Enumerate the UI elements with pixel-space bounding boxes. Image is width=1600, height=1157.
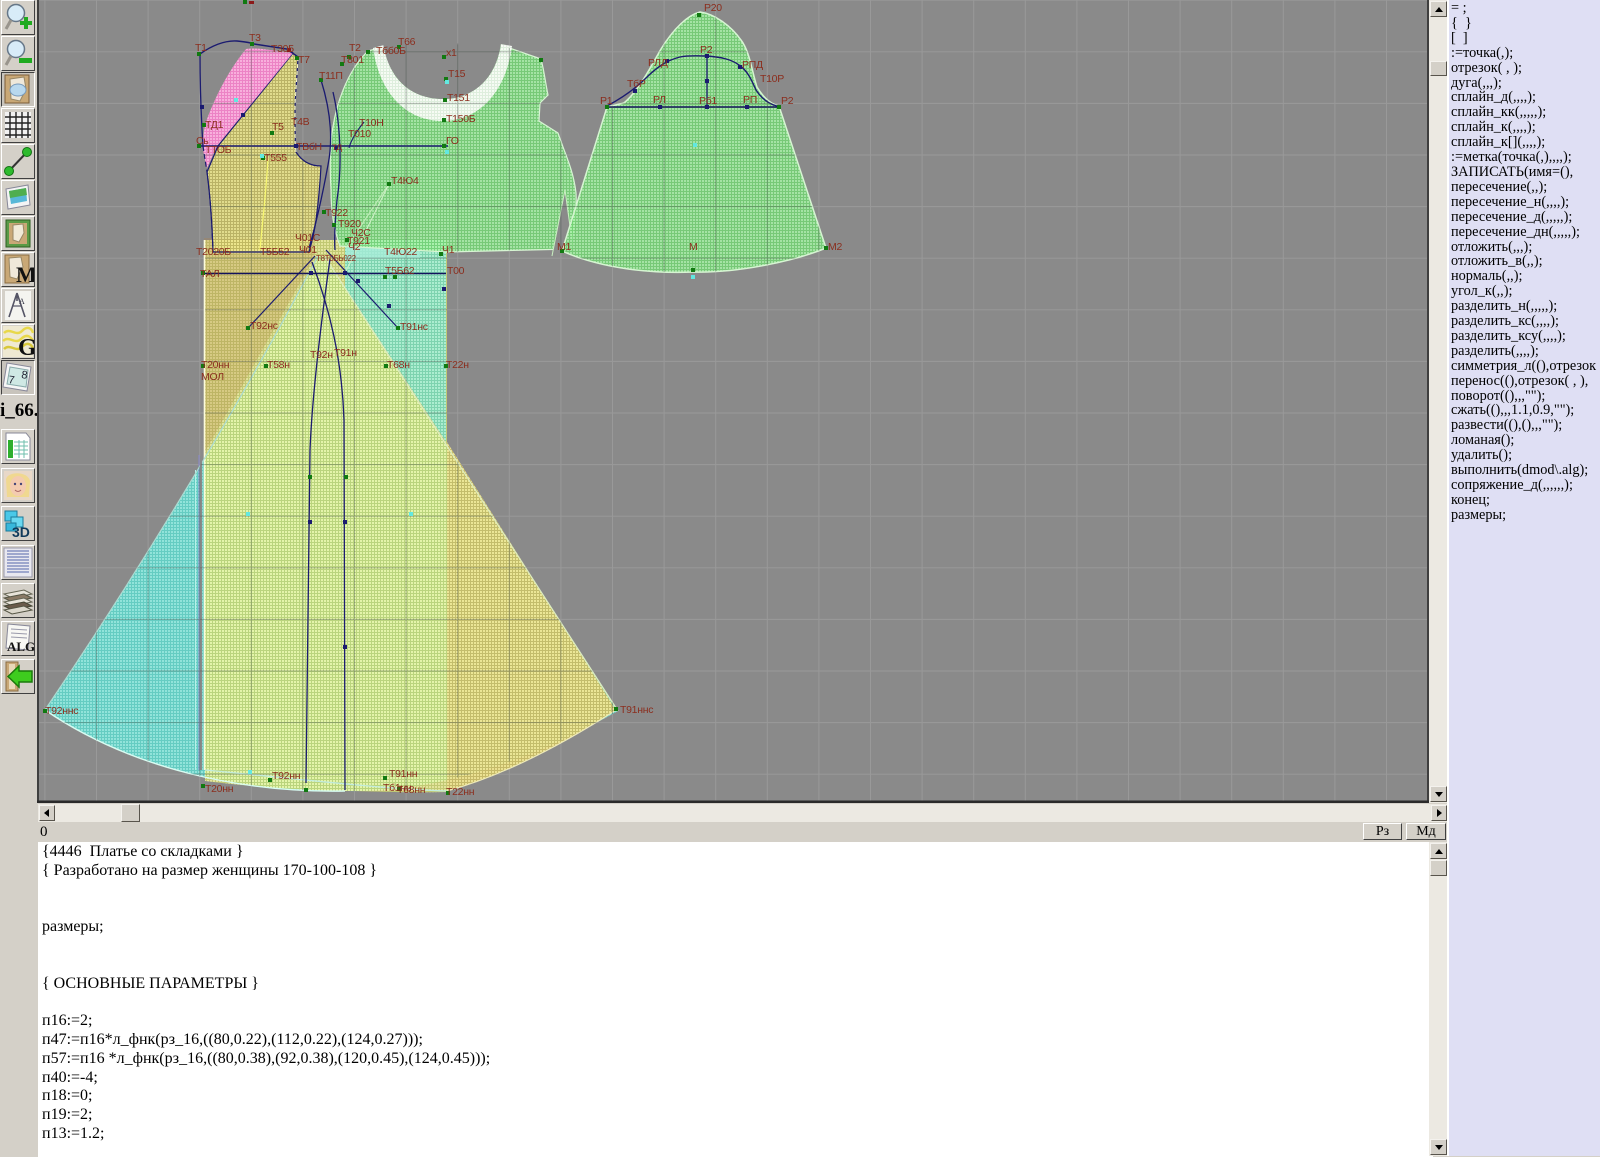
svg-text:Т22нн: Т22нн — [446, 786, 475, 798]
svg-text:Рб1: Рб1 — [699, 95, 717, 107]
svg-text:Р2: Р2 — [781, 95, 794, 107]
svg-text:М2: М2 — [828, 241, 842, 253]
svg-text:Т5: Т5 — [272, 121, 284, 133]
svg-text:Т7: Т7 — [298, 54, 310, 66]
svg-text:М1: М1 — [557, 241, 571, 253]
svg-text:Т11П: Т11П — [319, 70, 343, 82]
svg-text:Т66: Т66 — [398, 36, 416, 48]
svg-text:ТВбН: ТВбН — [296, 141, 322, 153]
svg-text:Т5Б62: Т5Б62 — [385, 265, 415, 277]
svg-text:МОЛ: МОЛ — [201, 371, 224, 383]
svg-text:Т68н: Т68н — [387, 359, 410, 371]
svg-text:Т15: Т15 — [448, 68, 466, 80]
svg-text:Т92ннс: Т92ннс — [45, 705, 78, 717]
svg-text:Т4Ю22: Т4Ю22 — [384, 246, 418, 258]
svg-text:Т4Ю4: Т4Ю4 — [391, 175, 419, 187]
svg-text:ГО: ГО — [446, 135, 459, 147]
svg-text:Т150Б: Т150Б — [446, 113, 476, 125]
svg-text:Т010: Т010 — [348, 128, 371, 140]
svg-text:Т92нс: Т92нс — [250, 320, 278, 332]
svg-text:Т1: Т1 — [195, 42, 207, 54]
svg-text:Р2: Р2 — [700, 44, 713, 56]
svg-text:х1: х1 — [446, 47, 457, 59]
svg-text:G: G — [18, 335, 34, 358]
svg-text:РЛ: РЛ — [653, 94, 666, 106]
svg-text:Ч2: Ч2 — [348, 241, 361, 253]
svg-text:Т91н: Т91н — [334, 347, 357, 359]
svg-text:Т92нн: Т92нн — [272, 770, 301, 782]
svg-text:тд: тд — [332, 141, 342, 153]
svg-text:Т3: Т3 — [249, 32, 261, 44]
svg-text:Т00: Т00 — [447, 265, 465, 277]
svg-text:Т20нн: Т20нн — [205, 783, 234, 795]
svg-text:Р20: Р20 — [704, 2, 722, 14]
svg-text:Т22н: Т22н — [446, 359, 469, 371]
svg-text:ТТОБ: ТТОБ — [205, 144, 232, 156]
svg-text:ТАЛ: ТАЛ — [200, 268, 220, 280]
svg-text:ТбР: ТбР — [627, 78, 646, 90]
svg-text:Т91нс: Т91нс — [400, 321, 428, 333]
svg-text:Ч01С: Ч01С — [295, 232, 321, 244]
svg-text:РП: РП — [743, 94, 757, 106]
svg-text:Т2: Т2 — [349, 42, 361, 54]
svg-text:Т20нн: Т20нн — [201, 359, 230, 371]
svg-text:РЛД: РЛД — [648, 57, 668, 69]
svg-text:Т4В: Т4В — [291, 116, 310, 128]
svg-text:Ч01: Ч01 — [299, 244, 317, 256]
svg-text:Т2020Б: Т2020Б — [196, 246, 231, 258]
svg-text:Т801: Т801 — [341, 54, 364, 66]
svg-text:Т91нн: Т91нн — [389, 768, 418, 780]
svg-text:A: A — [19, 297, 25, 306]
svg-text:3D: 3D — [12, 524, 30, 540]
svg-text:Т68нн: Т68нн — [397, 784, 426, 796]
svg-text:Т58н: Т58н — [267, 359, 290, 371]
svg-text:Р1: Р1 — [600, 95, 613, 107]
svg-text:Т5Б52: Т5Б52 — [260, 246, 290, 258]
svg-text:Т305: Т305 — [271, 43, 294, 55]
svg-text:М: М — [689, 241, 697, 253]
svg-text:M: M — [16, 262, 34, 286]
svg-text:Т91ннс: Т91ннс — [620, 704, 653, 716]
svg-text:Ч1: Ч1 — [442, 244, 455, 256]
svg-text:Т92н: Т92н — [310, 349, 333, 361]
svg-text:ТД1: ТД1 — [205, 119, 224, 131]
svg-text:ALG: ALG — [7, 639, 34, 654]
svg-text:Т8Т0БЬ022: Т8Т0БЬ022 — [316, 254, 357, 263]
svg-text:Т151: Т151 — [447, 92, 470, 104]
svg-text:Т10Р: Т10Р — [760, 73, 784, 85]
svg-text:Т555: Т555 — [264, 152, 287, 164]
svg-text:РПД: РПД — [742, 59, 763, 71]
